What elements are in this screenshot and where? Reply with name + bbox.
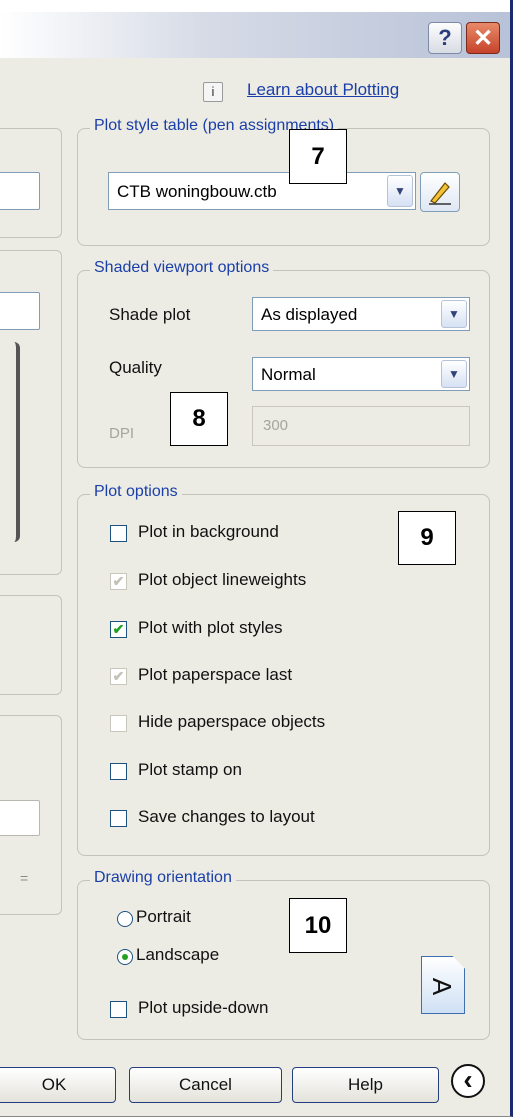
- callout-7: 7: [289, 129, 347, 184]
- landscape-label[interactable]: Landscape: [136, 945, 219, 965]
- callout-8: 8: [170, 392, 228, 446]
- quality-value: Normal: [261, 365, 316, 384]
- plot-dialog: ? ✕ = i Learn about Plotting Plot style …: [0, 0, 513, 1117]
- plot-option-label[interactable]: Plot with plot styles: [138, 618, 283, 638]
- callout-10: 10: [289, 898, 347, 953]
- shaded-viewport-legend: Shaded viewport options: [90, 259, 274, 277]
- plot-option-label[interactable]: Plot in background: [138, 522, 279, 542]
- plot-style-table-select[interactable]: CTB woningbouw.ctb ▼: [108, 172, 416, 210]
- chevron-down-icon[interactable]: ▼: [441, 300, 467, 328]
- plot-option-label[interactable]: Plot stamp on: [138, 760, 242, 780]
- plot-option-label: Hide paperspace objects: [138, 712, 326, 731]
- plot-option-label[interactable]: Save changes to layout: [138, 807, 315, 827]
- portrait-radio[interactable]: [117, 911, 133, 927]
- dpi-input: 300: [252, 406, 470, 446]
- plot-option-checkbox: ✔: [110, 668, 127, 685]
- plot-options-legend: Plot options: [90, 483, 182, 501]
- shade-plot-value: As displayed: [261, 305, 358, 324]
- info-icon: i: [203, 82, 223, 102]
- plot-option-checkbox[interactable]: [110, 810, 127, 827]
- cancel-button[interactable]: Cancel: [129, 1067, 282, 1103]
- callout-9: 9: [398, 511, 456, 565]
- quality-label: Quality: [109, 358, 162, 377]
- plot-option-checkbox: ✔: [110, 573, 127, 590]
- left-input-stub-1[interactable]: [0, 172, 40, 210]
- chevron-left-icon: ‹: [463, 1064, 473, 1095]
- plot-option-checkbox: [110, 715, 127, 732]
- portrait-label[interactable]: Portrait: [136, 907, 191, 927]
- plot-option-checkbox[interactable]: [110, 763, 127, 780]
- shade-plot-label: Shade plot: [109, 305, 191, 324]
- drawing-orientation-legend: Drawing orientation: [90, 869, 236, 887]
- collapse-options-button[interactable]: ‹: [451, 1064, 485, 1098]
- title-help-button[interactable]: ?: [428, 22, 462, 54]
- chevron-down-icon[interactable]: ▼: [441, 360, 467, 388]
- pencil-edit-icon[interactable]: [420, 172, 460, 212]
- help-button[interactable]: Help: [292, 1067, 439, 1103]
- plot-option-label: Plot object lineweights: [138, 570, 307, 589]
- shade-plot-select[interactable]: As displayed ▼: [252, 297, 470, 331]
- title-bar: ? ✕: [0, 0, 510, 58]
- radio-selected-dot: [122, 954, 128, 960]
- close-button[interactable]: ✕: [466, 22, 500, 54]
- plot-upside-down-checkbox[interactable]: [110, 1001, 127, 1018]
- plot-style-table-value: CTB woningbouw.ctb: [117, 182, 277, 201]
- quality-select[interactable]: Normal ▼: [252, 357, 470, 391]
- plot-option-checkbox[interactable]: [110, 525, 127, 542]
- landscape-radio[interactable]: [117, 949, 133, 965]
- dpi-value: 300: [263, 417, 289, 434]
- plot-upside-down-label[interactable]: Plot upside-down: [138, 998, 268, 1018]
- left-panel-stub-3: [0, 595, 62, 695]
- chevron-down-icon[interactable]: ▼: [387, 175, 413, 207]
- orientation-preview-icon: A: [421, 956, 465, 1014]
- left-preview-stub: [0, 342, 20, 542]
- dpi-label: DPI: [109, 425, 135, 442]
- plot-option-label: Plot paperspace last: [138, 665, 293, 684]
- learn-about-plotting-link[interactable]: Learn about Plotting: [247, 80, 399, 100]
- plot-option-checkbox[interactable]: ✔: [110, 621, 127, 638]
- orientation-glyph: A: [427, 977, 458, 996]
- left-combo-stub[interactable]: [0, 800, 40, 836]
- left-input-stub-2[interactable]: [0, 292, 40, 330]
- left-equals-stub: =: [20, 870, 29, 886]
- ok-button[interactable]: OK: [0, 1067, 116, 1103]
